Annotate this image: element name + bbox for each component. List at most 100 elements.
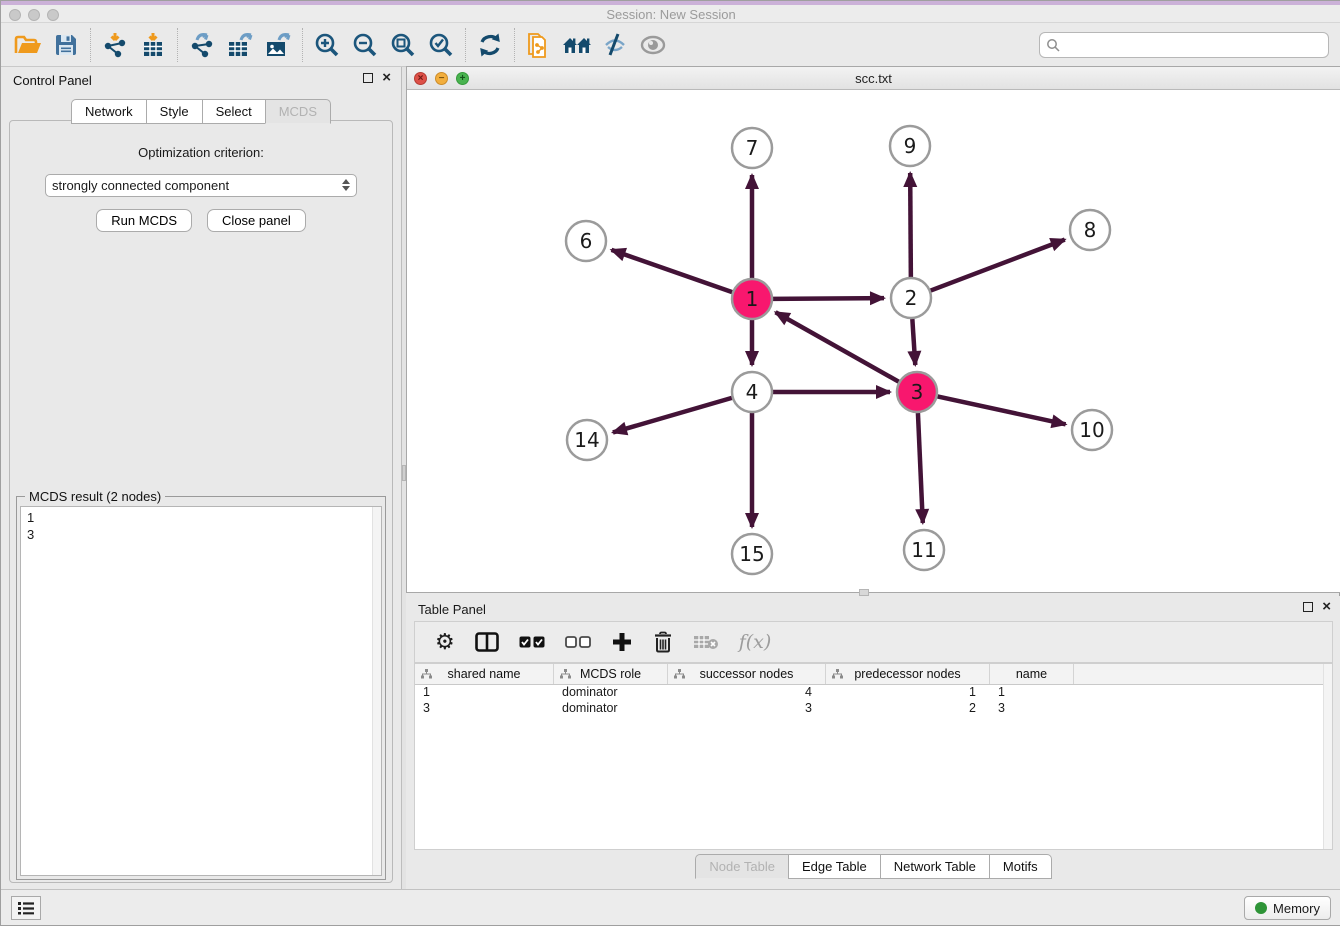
table-row[interactable]: 3dominator323 xyxy=(415,701,1332,717)
task-history-button[interactable] xyxy=(11,896,41,920)
zoom-selected-button[interactable] xyxy=(422,26,460,64)
trash-icon xyxy=(653,631,673,653)
memory-button[interactable]: Memory xyxy=(1244,896,1331,920)
cell-name[interactable]: 3 xyxy=(990,701,1074,717)
table-settings-button[interactable]: ⚙ xyxy=(435,630,455,655)
cell-shared-name[interactable]: 1 xyxy=(415,685,554,701)
export-table-button[interactable] xyxy=(221,26,259,64)
zoom-out-button[interactable] xyxy=(346,26,384,64)
export-network-button[interactable] xyxy=(183,26,221,64)
function-builder-button: f(x) xyxy=(739,631,772,653)
cell-MCDS-role[interactable]: dominator xyxy=(554,685,668,701)
table-row[interactable]: 1dominator411 xyxy=(415,685,1332,701)
table-tab-network-table[interactable]: Network Table xyxy=(880,854,989,879)
column-header-shared-name[interactable]: shared name xyxy=(415,664,554,684)
import-table-button[interactable] xyxy=(134,26,172,64)
zoom-in-button[interactable] xyxy=(308,26,346,64)
cell-MCDS-role[interactable]: dominator xyxy=(554,701,668,717)
graph-node-label-9: 9 xyxy=(904,134,917,158)
graph-edge-2-9[interactable] xyxy=(910,173,911,277)
control-tab-mcds[interactable]: MCDS xyxy=(265,99,331,124)
toolbar-separator xyxy=(90,28,91,62)
control-tab-select[interactable]: Select xyxy=(202,99,265,124)
control-panel-close-icon[interactable]: × xyxy=(382,73,391,83)
graph-edge-4-14[interactable] xyxy=(613,398,732,433)
cell-predecessor-nodes[interactable]: 1 xyxy=(826,685,990,701)
optimization-criterion-select[interactable]: strongly connected component xyxy=(45,174,357,197)
graph-edge-3-10[interactable] xyxy=(938,396,1066,424)
mcds-panel: Optimization criterion: strongly connect… xyxy=(9,120,393,883)
zoom-fit-button[interactable] xyxy=(384,26,422,64)
import-network-button[interactable] xyxy=(96,26,134,64)
graph-edge-1-2[interactable] xyxy=(773,298,884,299)
save-session-button[interactable] xyxy=(47,26,85,64)
column-label: shared name xyxy=(448,667,521,681)
column-header-predecessor-nodes[interactable]: predecessor nodes xyxy=(826,664,990,684)
run-mcds-button[interactable]: Run MCDS xyxy=(96,209,192,232)
hide-graphics-button[interactable] xyxy=(596,26,634,64)
mcds-result-values: 1 3 xyxy=(21,507,381,545)
gear-icon: ⚙ xyxy=(435,630,455,655)
table-panel-close-icon[interactable]: × xyxy=(1322,602,1331,612)
table-panel-title: Table Panel xyxy=(418,602,486,617)
clone-network-button[interactable] xyxy=(520,26,558,64)
cell-predecessor-nodes[interactable]: 2 xyxy=(826,701,990,717)
column-label: MCDS role xyxy=(580,667,641,681)
dropdown-stepper-icon xyxy=(342,179,350,191)
select-all-icon xyxy=(519,636,545,649)
list-icon xyxy=(17,901,35,915)
table-tab-edge-table[interactable]: Edge Table xyxy=(788,854,880,879)
graph-node-label-4: 4 xyxy=(746,380,759,404)
apply-layout-button[interactable] xyxy=(471,26,509,64)
table-tab-motifs[interactable]: Motifs xyxy=(989,854,1052,879)
graph-edge-2-3[interactable] xyxy=(912,319,915,365)
table-tab-node-table[interactable]: Node Table xyxy=(695,854,788,879)
show-graphics-button[interactable] xyxy=(634,26,672,64)
network-maximize-icon[interactable]: + xyxy=(456,72,469,85)
column-header-name[interactable]: name xyxy=(990,664,1074,684)
show-columns-button[interactable] xyxy=(475,632,499,652)
table-panel-float-icon[interactable] xyxy=(1303,602,1313,612)
plus-icon xyxy=(611,631,633,653)
search-field[interactable] xyxy=(1039,32,1329,58)
graph-edge-2-8[interactable] xyxy=(931,240,1065,291)
home-button[interactable] xyxy=(558,26,596,64)
control-tab-style[interactable]: Style xyxy=(146,99,202,124)
network-title: scc.txt xyxy=(407,67,1340,86)
control-tab-network[interactable]: Network xyxy=(71,99,146,124)
select-all-button[interactable] xyxy=(519,636,545,649)
control-panel-title: Control Panel xyxy=(13,73,92,88)
network-minimize-icon[interactable]: − xyxy=(435,72,448,85)
graph-edge-1-6[interactable] xyxy=(611,250,732,292)
network-resize-grip[interactable] xyxy=(859,589,869,596)
export-image-button[interactable] xyxy=(259,26,297,64)
cell-shared-name[interactable]: 3 xyxy=(415,701,554,717)
main-toolbar xyxy=(1,23,1340,67)
cell-successor-nodes[interactable]: 3 xyxy=(668,701,826,717)
zoom-fit-icon xyxy=(390,32,416,58)
node-table[interactable]: shared name MCDS role successor nodesprede… xyxy=(414,663,1333,850)
create-column-button[interactable] xyxy=(611,631,633,653)
search-input[interactable] xyxy=(1064,38,1328,53)
mcds-result-title: MCDS result (2 nodes) xyxy=(25,489,165,504)
cell-name[interactable]: 1 xyxy=(990,685,1074,701)
cell-successor-nodes[interactable]: 4 xyxy=(668,685,826,701)
column-header-MCDS-role[interactable]: MCDS role xyxy=(554,664,668,684)
toolbar-separator xyxy=(302,28,303,62)
table-scrollbar[interactable] xyxy=(1323,664,1332,849)
column-header-successor-nodes[interactable]: successor nodes xyxy=(668,664,826,684)
network-close-icon[interactable]: × xyxy=(414,72,427,85)
control-panel-float-icon[interactable] xyxy=(363,73,373,83)
deselect-all-button[interactable] xyxy=(565,636,591,649)
delete-column-button[interactable] xyxy=(653,631,673,653)
graph-edge-3-11[interactable] xyxy=(918,413,923,523)
result-scrollbar[interactable] xyxy=(372,507,381,875)
memory-label: Memory xyxy=(1273,901,1320,916)
mcds-result-textarea[interactable]: 1 3 xyxy=(20,506,382,876)
graph-edge-3-1[interactable] xyxy=(776,312,899,381)
import-table-icon xyxy=(140,32,166,58)
close-panel-button[interactable]: Close panel xyxy=(207,209,306,232)
network-window-titlebar[interactable]: × − + scc.txt xyxy=(407,67,1340,90)
network-canvas[interactable]: 7968124314101511 xyxy=(407,90,1340,592)
open-session-button[interactable] xyxy=(9,26,47,64)
